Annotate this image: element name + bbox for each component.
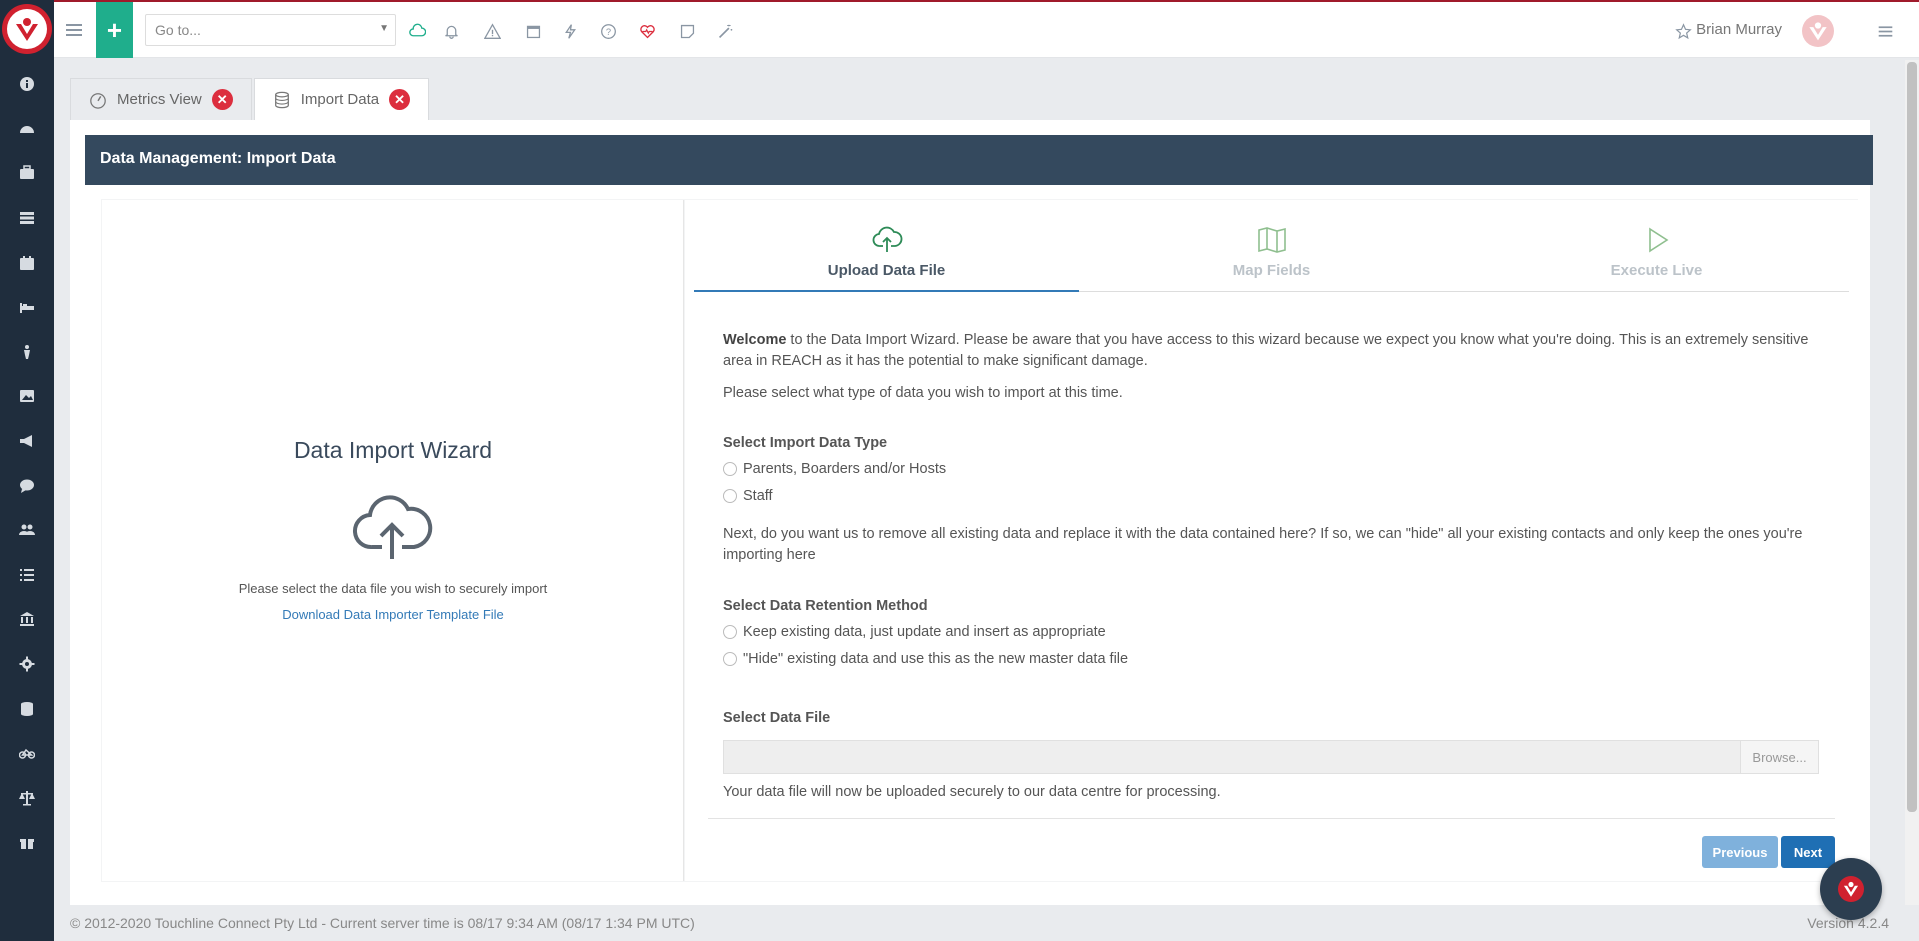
replace-prompt: Next, do you want us to remove all exist…	[723, 526, 1803, 563]
user-name[interactable]: Brian Murray	[1696, 21, 1782, 38]
radio-import-type-parents[interactable]: Parents, Boarders and/or Hosts	[723, 461, 946, 477]
file-label: Select Data File	[723, 710, 831, 726]
tab-import-data[interactable]: Import Data ✕	[253, 78, 430, 120]
avatar[interactable]	[1802, 15, 1834, 47]
right-menu-icon[interactable]	[1875, 21, 1895, 41]
tab-label: Metrics View	[117, 91, 202, 108]
step-map-fields[interactable]: Map Fields	[1079, 220, 1464, 291]
megaphone-icon[interactable]	[0, 419, 54, 464]
scrollbar-thumb[interactable]	[1907, 62, 1917, 812]
copyright-text: © 2012-2020 Touchline Connect Pty Ltd - …	[70, 915, 695, 931]
radio-label: Staff	[743, 488, 773, 504]
import-type-label: Select Import Data Type	[723, 435, 888, 451]
step-label: Upload Data File	[827, 262, 946, 279]
map-icon	[1257, 227, 1286, 253]
cloud-upload-icon	[350, 495, 434, 565]
app-logo[interactable]	[0, 0, 54, 58]
radio-import-type-staff[interactable]: Staff	[723, 488, 773, 504]
left-sidebar	[0, 0, 54, 941]
wizard-form: Welcome to the Data Import Wizard. Pleas…	[708, 322, 1835, 819]
play-icon	[1648, 227, 1668, 253]
tab-metrics-view[interactable]: Metrics View ✕	[70, 78, 252, 120]
top-bar: + Go to... ▼ ? Brian Murray	[54, 0, 1919, 58]
page-title: Data Management: Import Data	[85, 135, 1873, 185]
upload-note: Your data file will now be uploaded secu…	[723, 784, 1221, 800]
dashboard-icon[interactable]	[0, 107, 54, 152]
calendar-icon[interactable]	[523, 21, 543, 41]
database-icon	[274, 91, 289, 108]
briefcase-icon[interactable]	[0, 151, 54, 196]
gift-icon[interactable]	[0, 820, 54, 865]
gear-icon[interactable]	[0, 642, 54, 687]
person-icon[interactable]	[0, 330, 54, 375]
users-icon[interactable]	[0, 508, 54, 553]
wizard-intro-panel: Data Import Wizard Please select the dat…	[102, 200, 684, 881]
cloud-upload-icon	[872, 226, 902, 252]
step-execute-live[interactable]: Execute Live	[1464, 220, 1849, 291]
radio-label: "Hide" existing data and use this as the…	[743, 651, 1129, 667]
next-button[interactable]: Next	[1781, 836, 1835, 868]
chat-icon[interactable]	[0, 463, 54, 508]
radio-button[interactable]	[723, 652, 737, 666]
calendar-icon[interactable]	[0, 240, 54, 285]
welcome-text: Welcome to the Data Import Wizard. Pleas…	[723, 330, 1813, 372]
help-chat-button[interactable]	[1820, 858, 1882, 920]
list-icon[interactable]	[0, 553, 54, 598]
bicycle-icon[interactable]	[0, 731, 54, 776]
table-icon[interactable]	[0, 196, 54, 241]
wizard-panel: Upload Data File Map Fields Execute Live…	[685, 200, 1858, 881]
bell-icon[interactable]	[441, 21, 461, 41]
database-icon[interactable]	[0, 686, 54, 731]
svg-text:?: ?	[605, 26, 610, 36]
file-input[interactable]: Browse...	[723, 740, 1819, 774]
goto-select[interactable]: Go to... ▼	[145, 14, 396, 46]
previous-button[interactable]: Previous	[1702, 836, 1778, 868]
bed-icon[interactable]	[0, 285, 54, 330]
step-label: Map Fields	[1232, 262, 1311, 279]
radio-label: Parents, Boarders and/or Hosts	[743, 461, 947, 477]
wizard-title: Data Import Wizard	[293, 437, 493, 463]
radio-label: Keep existing data, just update and inse…	[743, 624, 1106, 640]
note-icon[interactable]	[677, 21, 697, 41]
welcome-bold: Welcome	[723, 332, 787, 348]
tab-label: Import Data	[300, 91, 380, 108]
retention-label: Select Data Retention Method	[723, 598, 928, 614]
browse-button[interactable]: Browse...	[1740, 741, 1818, 773]
step-label: Execute Live	[1610, 262, 1703, 279]
heartbeat-icon[interactable]	[637, 21, 657, 41]
footer: © 2012-2020 Touchline Connect Pty Ltd - …	[54, 905, 1919, 941]
goto-placeholder: Go to...	[155, 22, 201, 38]
info-icon[interactable]	[0, 62, 54, 107]
radio-button[interactable]	[723, 462, 737, 476]
image-icon[interactable]	[0, 374, 54, 419]
help-icon[interactable]: ?	[598, 21, 618, 41]
step-upload-data-file[interactable]: Upload Data File	[694, 220, 1079, 292]
select-prompt: Please select what type of data you wish…	[723, 385, 1123, 401]
radio-button[interactable]	[723, 489, 737, 503]
close-icon[interactable]: ✕	[211, 89, 233, 110]
gauge-icon	[90, 92, 106, 109]
add-button[interactable]: +	[96, 2, 133, 58]
wizard-steps: Upload Data File Map Fields Execute Live	[694, 220, 1849, 292]
page-tabs: Metrics View ✕ Import Data ✕	[70, 78, 431, 120]
warning-icon[interactable]	[482, 21, 502, 41]
star-icon[interactable]	[1673, 21, 1693, 41]
instruction-text: Please select the data file you wish to …	[238, 581, 548, 596]
radio-button[interactable]	[723, 625, 737, 639]
close-icon[interactable]: ✕	[389, 89, 411, 110]
menu-icon[interactable]	[64, 20, 84, 40]
scale-icon[interactable]	[0, 776, 54, 821]
welcome-rest: to the Data Import Wizard. Please be awa…	[723, 332, 1809, 369]
magic-wand-icon[interactable]	[715, 21, 735, 41]
lightning-icon[interactable]	[560, 21, 580, 41]
cloud-icon[interactable]	[407, 21, 427, 41]
radio-retention-hide[interactable]: "Hide" existing data and use this as the…	[723, 651, 1128, 667]
bank-icon[interactable]	[0, 597, 54, 642]
download-template-link[interactable]: Download Data Importer Template File	[102, 607, 684, 622]
chevron-down-icon: ▼	[379, 23, 389, 34]
radio-retention-keep[interactable]: Keep existing data, just update and inse…	[723, 624, 1106, 640]
